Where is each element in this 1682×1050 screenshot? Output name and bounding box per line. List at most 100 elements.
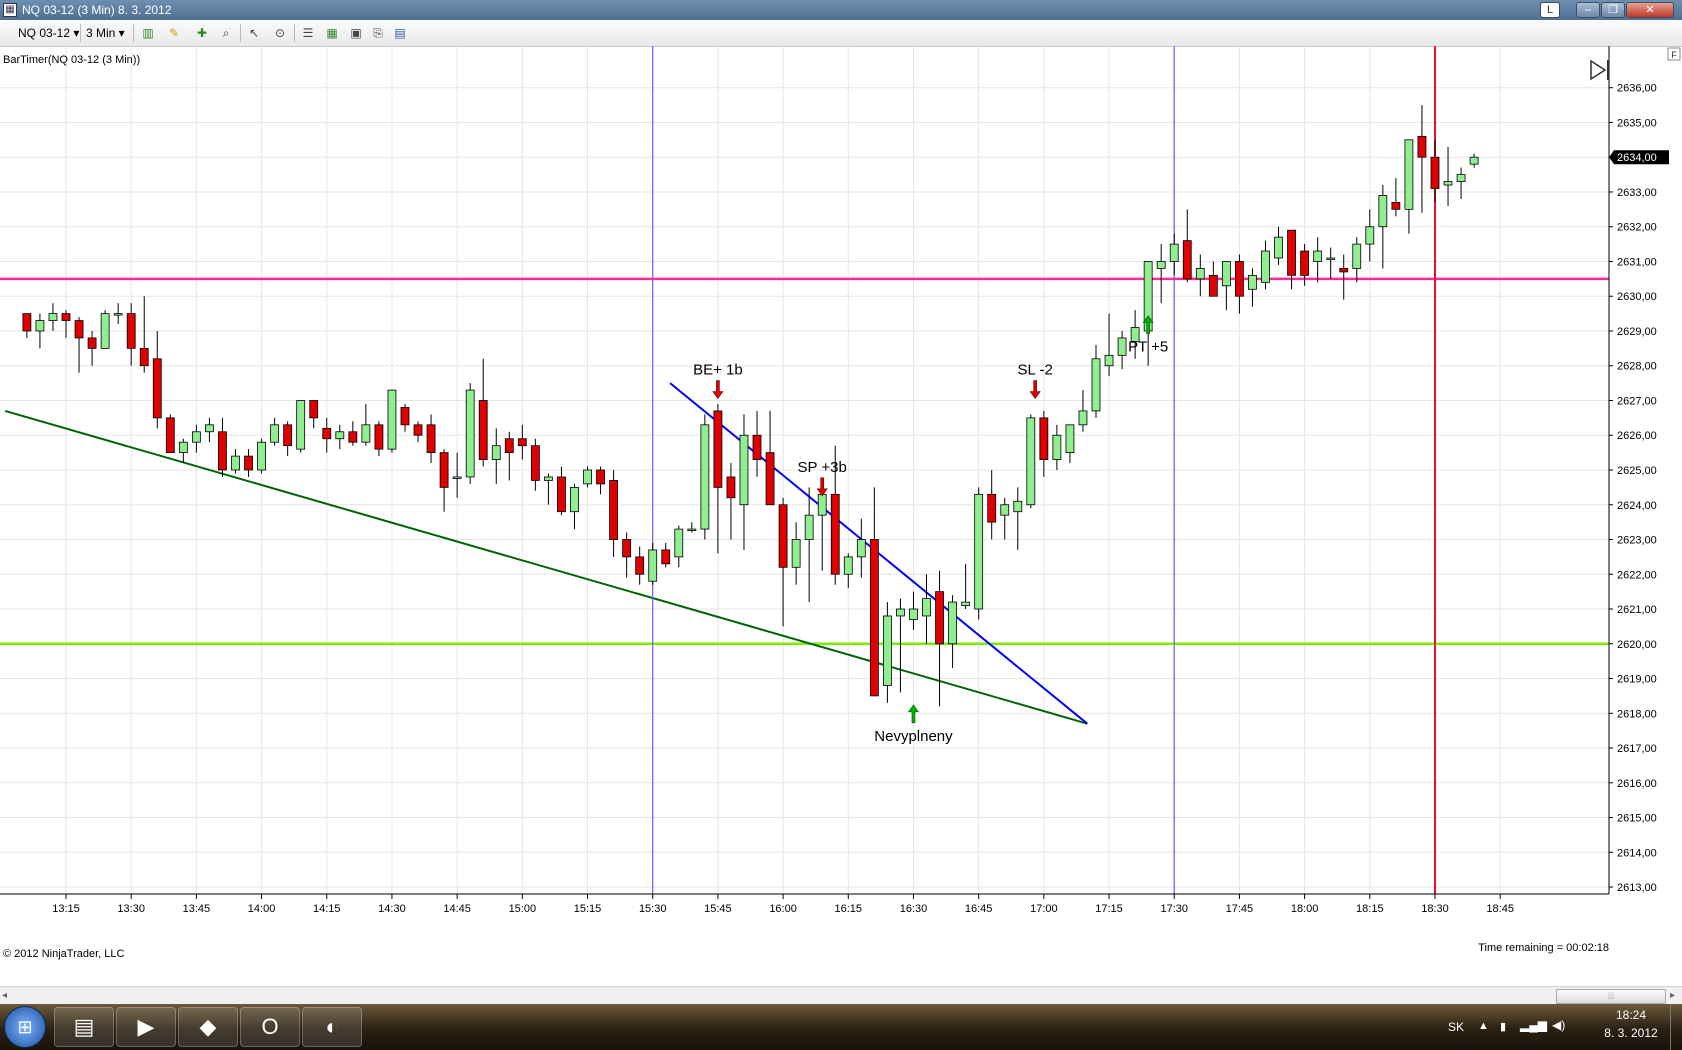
time-tick-label: 15:00 [509, 903, 537, 915]
candle-body [218, 431, 227, 471]
candle-body [1443, 181, 1453, 186]
candle [491, 428, 501, 484]
restore-button[interactable]: ❐ [1601, 2, 1625, 18]
candle-body [635, 556, 645, 575]
candle [726, 463, 736, 540]
time-axis[interactable]: 13:15 13:30 13:45 14:00 14:15 14:30 14:45 15:00… [0, 893, 1609, 915]
language-indicator[interactable]: SK [1448, 1020, 1464, 1034]
candle-body [856, 539, 866, 558]
scroll-right-icon[interactable]: ▸ [1670, 990, 1675, 1001]
start-button[interactable]: ⊞ [4, 1006, 46, 1048]
clock-date[interactable]: 8. 3. 2012 [1596, 1026, 1666, 1040]
candle [1456, 167, 1466, 199]
explorer-icon[interactable]: ▤ [54, 1007, 114, 1047]
candle-body [530, 445, 540, 481]
drawing-tool-icon[interactable]: ✎ [166, 25, 182, 41]
candle [843, 553, 853, 589]
candle [1326, 247, 1336, 279]
time-tick-label: 17:45 [1226, 903, 1254, 915]
ninjatrader-icon[interactable]: ◐ [302, 1007, 362, 1047]
candle-body [1261, 250, 1270, 283]
candle-body [257, 441, 266, 471]
candle [922, 574, 931, 644]
interval-selector[interactable]: 3 Min ▾ [86, 24, 125, 42]
data-box-icon[interactable]: ▤ [392, 25, 408, 41]
candle [87, 330, 97, 366]
candle-body [1274, 236, 1283, 259]
candle [752, 410, 762, 477]
time-tick-label: 16:45 [965, 903, 993, 915]
candle-body [348, 431, 358, 443]
candle-body [1208, 274, 1218, 297]
scroll-to-end-icon[interactable] [1590, 59, 1609, 81]
zoom-icon[interactable]: ⌕ [218, 25, 234, 41]
arrow-down-icon [712, 380, 724, 400]
side-panel-tab[interactable]: F [1667, 47, 1681, 61]
horizontal-scrollbar[interactable]: ◂ ⦙⦙⦙ ▸ [0, 986, 1682, 1005]
price-tick-label: 2619,00 [1617, 674, 1657, 686]
candle-body [609, 480, 618, 540]
candle-body [361, 424, 371, 443]
candle [178, 438, 188, 464]
candle-body [922, 598, 931, 617]
close-button[interactable]: ✕ [1626, 2, 1674, 18]
candle-body [1000, 504, 1010, 516]
candle-body [504, 438, 514, 454]
scroll-thumb[interactable]: ⦙⦙⦙ [1556, 989, 1666, 1004]
candle [22, 313, 32, 338]
crosshair-add-icon[interactable]: ✚ [194, 25, 210, 41]
signal-icon[interactable]: ▂▄▆ [1520, 1018, 1547, 1032]
indicators-icon[interactable]: ▦ [324, 25, 340, 41]
network-icon[interactable]: ▮ [1500, 1020, 1506, 1033]
time-tick-label: 13:30 [117, 903, 145, 915]
price-tick-label: 2622,00 [1617, 569, 1657, 581]
candle [1287, 229, 1296, 290]
magnifier-icon[interactable]: ⊙ [272, 25, 288, 41]
candle-body [1430, 156, 1440, 189]
candle-body [570, 486, 579, 513]
candle [322, 417, 332, 453]
candle-body [1065, 424, 1075, 454]
candle-body [622, 539, 632, 558]
price-tick-label: 2630,00 [1617, 291, 1657, 303]
scroll-left-icon[interactable]: ◂ [2, 990, 7, 1001]
time-tick-label: 18:45 [1486, 903, 1514, 915]
time-tick-label: 17:00 [1030, 903, 1058, 915]
price-axis[interactable]: 2613,00 2614,00 2615,00 2616,00 2617,00 2618,… [1608, 46, 1669, 894]
time-tick-label: 18:00 [1291, 903, 1319, 915]
instrument-selector[interactable]: NQ 03-12 ▾ [18, 24, 79, 42]
candle [583, 466, 592, 488]
candle [530, 438, 540, 491]
candle [517, 424, 527, 460]
time-tick-label: 17:30 [1160, 903, 1188, 915]
media-player-icon[interactable]: ▶ [116, 1007, 176, 1047]
time-tick-label: 14:45 [443, 903, 471, 915]
pointer-icon[interactable]: ↖ [246, 25, 262, 41]
candle [426, 414, 436, 464]
candle [1313, 237, 1323, 283]
price-tick-label: 2633,00 [1617, 187, 1657, 199]
candle-body [152, 358, 162, 419]
price-tick-label: 2617,00 [1617, 743, 1657, 755]
clock-time[interactable]: 18:24 [1604, 1008, 1658, 1022]
bar-type-icon[interactable]: ▥ [140, 25, 156, 41]
strategies-icon[interactable]: ▣ [348, 25, 364, 41]
chart-area[interactable]: BE+ 1b SP +3b Nevyplneny SL -2 PT +5 2613,00… [0, 46, 1682, 986]
show-desktop-button[interactable] [1670, 1004, 1682, 1050]
copy-icon[interactable]: ⎘ [370, 25, 386, 41]
tray-expand-icon[interactable]: ▲ [1478, 1020, 1489, 1032]
candle [869, 487, 879, 697]
opera-icon[interactable]: O [240, 1007, 300, 1047]
candle [1261, 240, 1270, 290]
time-tick-label: 18:15 [1356, 903, 1384, 915]
price-tick-label: 2614,00 [1617, 847, 1657, 859]
candle-body [244, 455, 253, 471]
candle-body [1221, 261, 1231, 287]
annotation-label: Nevyplneny [874, 728, 953, 745]
volume-icon[interactable]: ◀) [1552, 1018, 1565, 1032]
time-tick-label: 16:15 [835, 903, 863, 915]
minimize-button[interactable]: ‒ [1576, 2, 1600, 18]
properties-icon[interactable]: ☰ [300, 25, 316, 41]
book-icon[interactable]: ◆ [178, 1007, 238, 1047]
link-button[interactable]: L [1540, 2, 1560, 18]
